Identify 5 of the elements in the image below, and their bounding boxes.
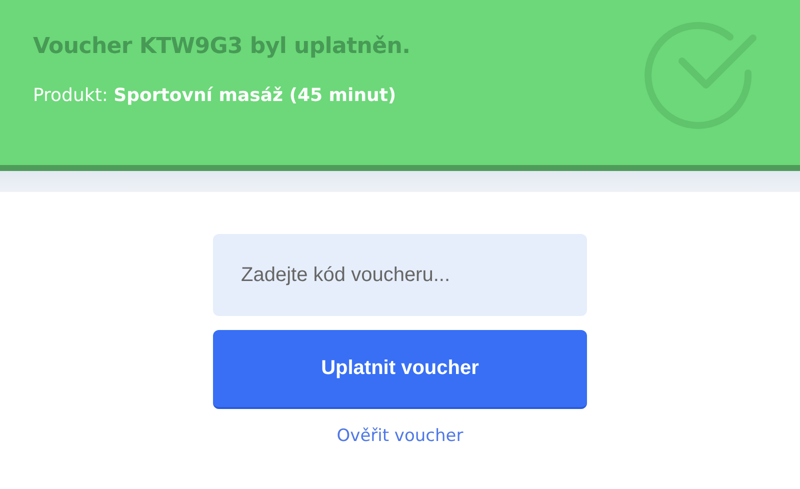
- redeem-button[interactable]: Uplatnit voucher: [213, 330, 587, 409]
- voucher-code-field[interactable]: Zadejte kód voucheru...: [213, 234, 587, 316]
- verify-link[interactable]: Ověřit voucher: [336, 426, 464, 446]
- banner-title: Voucher KTW9G3 byl uplatněn.: [33, 34, 412, 59]
- product-line: Produkt: Sportovní masáž (45 minut): [33, 85, 398, 106]
